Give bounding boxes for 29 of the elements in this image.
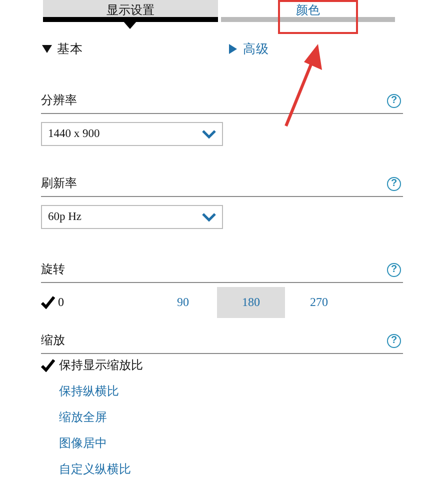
rotation-option[interactable]: 270 [285, 287, 353, 318]
resolution-dropdown[interactable]: 1440 x 900 [41, 122, 223, 146]
mode-toggle[interactable]: 基本 [42, 40, 228, 58]
help-button[interactable]: ? [387, 94, 401, 108]
mode-toggle[interactable]: 高级 [228, 40, 414, 58]
refresh-rate-dropdown[interactable]: 60p Hz [41, 205, 223, 229]
triangle-down-icon [42, 44, 52, 54]
help-button[interactable]: ? [387, 334, 401, 348]
rotation-option[interactable]: 90 [149, 287, 217, 318]
tab[interactable]: 颜色 [220, 0, 395, 22]
scaling-option[interactable]: 自定义纵横比 [41, 456, 403, 482]
checkmark-icon [41, 296, 55, 309]
section-title: 分辨率 [41, 92, 77, 109]
pointer-icon [123, 21, 138, 29]
chevron-down-icon [202, 212, 216, 222]
chevron-down-icon [202, 130, 216, 138]
scaling-option[interactable]: 图像居中 [41, 430, 403, 456]
section-title: 旋转 [41, 261, 65, 278]
rotation-option[interactable]: 180 [217, 287, 285, 318]
scaling-option[interactable]: 保持显示缩放比 [41, 352, 403, 378]
help-button[interactable]: ? [387, 262, 401, 276]
help-button[interactable]: ? [387, 176, 401, 190]
triangle-right-icon [228, 44, 238, 54]
scaling-option[interactable]: 保持纵横比 [41, 378, 403, 404]
section-title: 缩放 [41, 332, 65, 349]
section-title: 刷新率 [41, 175, 77, 192]
rotation-option[interactable]: 0 [41, 287, 109, 318]
checkmark-icon [41, 358, 55, 372]
scaling-option[interactable]: 缩放全屏 [41, 404, 403, 430]
